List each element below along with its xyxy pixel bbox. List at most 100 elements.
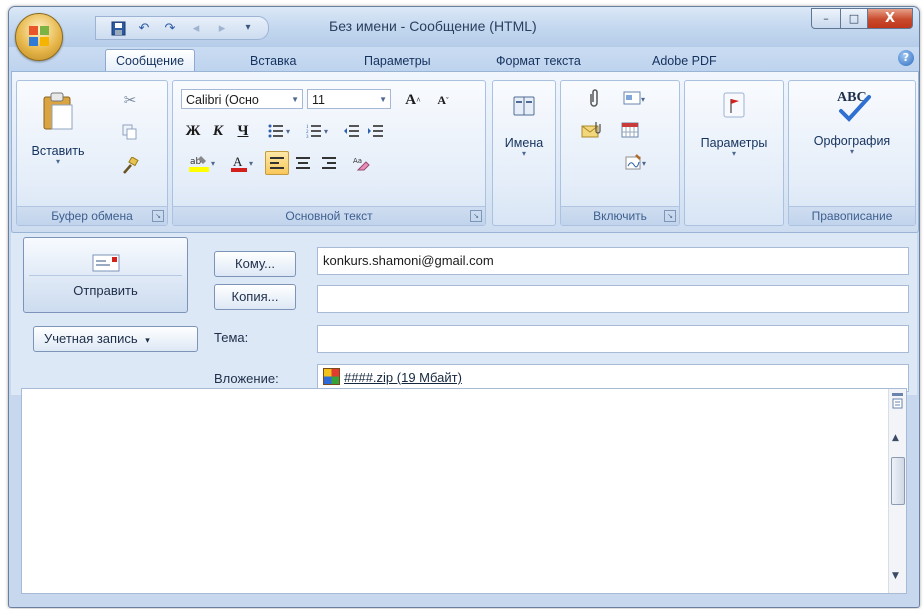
to-field[interactable]: konkurs.shamoni@gmail.com [317,247,909,275]
scroll-thumb[interactable] [891,457,905,505]
font-color-button[interactable]: A ▾ [223,151,261,175]
numbering-icon: 123 [306,125,321,138]
font-size-combo[interactable]: 11 ▼ [307,89,391,109]
bold-button[interactable]: Ж [181,119,205,143]
group-proofing: ABC Орфография ▾ Правописание [788,80,916,226]
minimize-button[interactable]: – [811,8,841,29]
ruler-toggle-icon[interactable] [891,392,904,414]
italic-button[interactable]: К [206,119,230,143]
office-logo-icon [29,26,49,46]
decrease-indent-icon[interactable] [339,119,363,143]
tab-options[interactable]: Параметры [364,51,431,71]
numbering-button[interactable]: 1 2 3 ▾ [299,119,335,143]
account-button[interactable]: Учетная запись ▾ [33,326,198,352]
align-right-button[interactable] [317,151,341,175]
window-controls: – □ X [811,8,913,29]
include-launcher-icon[interactable]: ↘ [664,210,676,222]
increase-indent-icon[interactable] [363,119,387,143]
attach-file-icon[interactable] [583,87,605,109]
svg-text:▾: ▾ [642,159,646,168]
address-book-icon [513,96,535,116]
save-icon[interactable] [110,20,126,36]
bullets-button[interactable]: ▾ [261,119,297,143]
cc-field[interactable] [317,285,909,313]
group-basic-text: Calibri (Осно ▼ 11 ▼ A ^ Aˇ Ж К Ч ▾ 1 2 3 ▾ [172,80,486,226]
svg-text:Aa: Aa [353,157,362,165]
bullets-icon [268,124,283,138]
send-label: Отправить [73,283,138,298]
arrow-left-icon[interactable]: ◂ [188,20,204,36]
options-button[interactable]: Параметры ▾ [689,91,779,158]
group-clipboard: Вставить ▾ ✂ Буфер обмена ↘ [16,80,168,226]
tab-insert[interactable]: Вставка [250,51,296,71]
group-label-clipboard: Буфер обмена [17,206,167,225]
tab-format-text[interactable]: Формат текста [496,51,581,71]
help-icon[interactable]: ? [898,50,914,66]
paste-icon [43,92,73,130]
attachment-label: Вложение: [214,371,279,386]
scroll-down-icon[interactable]: ▼ [892,571,899,581]
tab-adobe-pdf[interactable]: Adobe PDF [652,51,717,71]
svg-text:3: 3 [306,135,309,138]
group-label-basic-text: Основной текст [173,206,485,225]
format-painter-icon[interactable] [119,155,141,177]
close-button[interactable]: X [868,8,913,29]
shrink-font-button[interactable]: Aˇ [429,88,457,112]
zip-archive-icon [323,368,340,385]
spell-check-icon: ABC [837,90,871,122]
underline-button[interactable]: Ч [231,119,255,143]
names-button[interactable]: Имена ▾ [497,93,551,158]
message-body[interactable]: ▲ ▼ [21,388,907,594]
font-color-icon: A [230,154,247,172]
customize-qat-icon[interactable]: ▾ [240,20,256,36]
group-options: Параметры ▾ [684,80,784,226]
group-include: ▾ ▾ Включить ↘ [560,80,680,226]
scroll-up-icon[interactable]: ▲ [892,433,899,443]
align-left-icon [270,157,284,169]
basic-text-launcher-icon[interactable]: ↘ [470,210,482,222]
attach-item-icon[interactable] [579,119,605,141]
attachment-link[interactable]: ####.zip (19 Мбайт) [344,370,462,385]
subject-label: Тема: [214,330,249,345]
paste-button[interactable]: Вставить ▾ [23,91,93,166]
spelling-button[interactable]: ABC Орфография ▾ [793,87,911,156]
send-button[interactable]: Отправить [23,237,188,313]
to-button[interactable]: Кому... [214,251,296,277]
grow-font-button[interactable]: A ^ [399,88,427,112]
group-label-proofing: Правописание [789,206,915,225]
redo-icon[interactable]: ↷ [162,20,178,36]
arrow-right-icon[interactable]: ▸ [214,20,230,36]
subject-field[interactable] [317,325,909,353]
copy-icon[interactable] [119,121,141,143]
cc-button[interactable]: Копия... [214,284,296,310]
signature-icon[interactable]: ▾ [617,151,657,173]
ribbon-tabs: Сообщение Вставка Параметры Формат текст… [9,47,919,72]
clipboard-launcher-icon[interactable]: ↘ [152,210,164,222]
group-names: Имена ▾ [492,80,556,226]
business-card-icon[interactable]: ▾ [615,87,655,109]
font-name-combo[interactable]: Calibri (Осно ▼ [181,89,303,109]
cut-icon[interactable]: ✂ [119,89,141,111]
chevron-down-icon: ▾ [145,335,150,345]
highlighter-icon: ab [188,156,209,172]
tab-message[interactable]: Сообщение [105,49,196,72]
clear-formatting-icon[interactable]: Aa [349,151,373,175]
office-button[interactable] [15,13,63,61]
align-center-button[interactable] [291,151,315,175]
svg-text:▾: ▾ [641,95,645,104]
maximize-button[interactable]: □ [841,8,868,29]
chevron-down-icon: ▼ [379,95,387,104]
highlight-button[interactable]: ab ▾ [181,151,223,175]
undo-icon[interactable]: ↶ [136,20,152,36]
align-right-icon [322,157,336,169]
calendar-icon[interactable] [617,119,643,141]
vertical-scrollbar[interactable]: ▲ ▼ [888,389,906,593]
align-left-button[interactable] [265,151,289,175]
window-title: Без имени - Сообщение (HTML) [329,18,537,34]
align-center-icon [296,157,310,169]
ribbon: Вставить ▾ ✂ Буфер обмена ↘ Calibri (Осн… [11,71,919,233]
quick-access-toolbar: ↶ ↷ ◂ ▸ ▾ [95,16,269,40]
svg-text:A: A [233,154,243,169]
send-mail-icon [92,254,120,272]
group-label-include: Включить [561,206,679,225]
